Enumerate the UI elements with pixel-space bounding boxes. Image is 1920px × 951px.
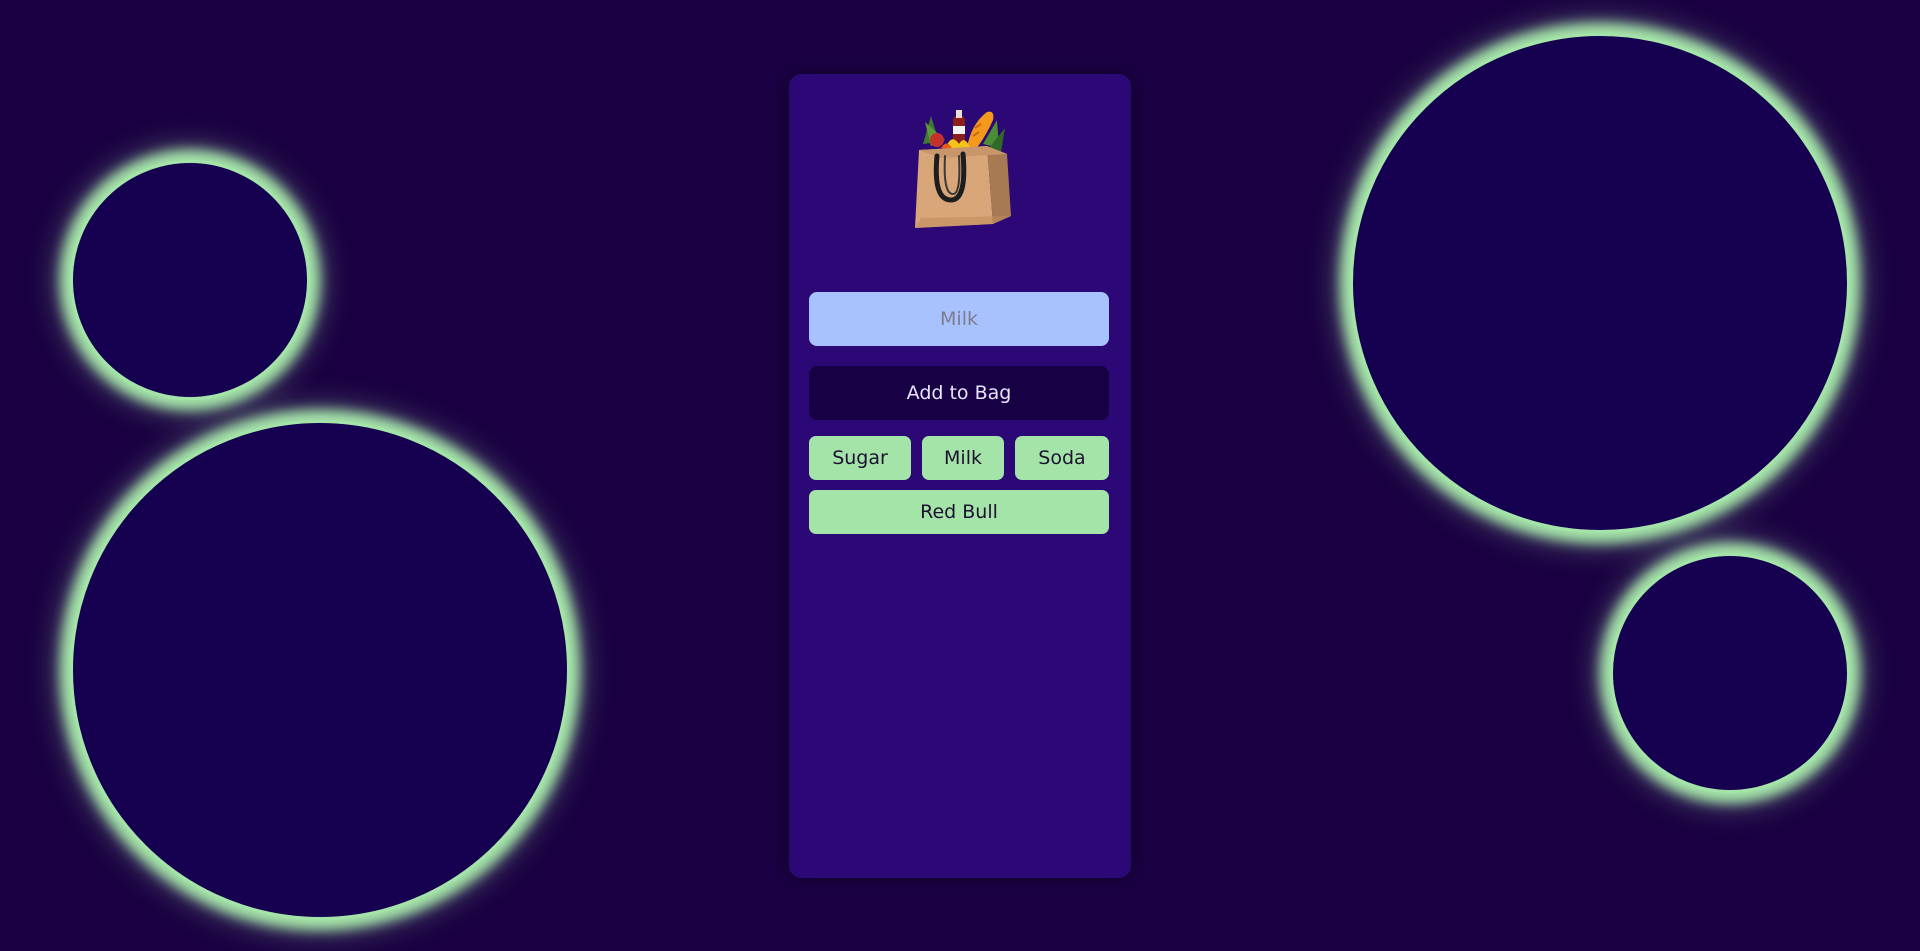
shopping-panel: Add to Bag Sugar Milk Soda Red Bull [789,74,1131,878]
add-to-bag-button[interactable]: Add to Bag [809,366,1109,420]
suggestion-chip-red-bull[interactable]: Red Bull [809,490,1109,534]
decorative-bubble-bottom-right [1610,553,1850,793]
item-input[interactable] [809,292,1109,346]
suggestion-chip-sugar[interactable]: Sugar [809,436,911,480]
grocery-bag-icon [915,110,1011,228]
decorative-bubble-top-left [70,160,310,400]
suggestion-chip-milk[interactable]: Milk [922,436,1004,480]
decorative-bubble-top-right [1350,33,1850,533]
suggestion-chip-soda[interactable]: Soda [1015,436,1109,480]
decorative-bubble-bottom-left [70,420,570,920]
